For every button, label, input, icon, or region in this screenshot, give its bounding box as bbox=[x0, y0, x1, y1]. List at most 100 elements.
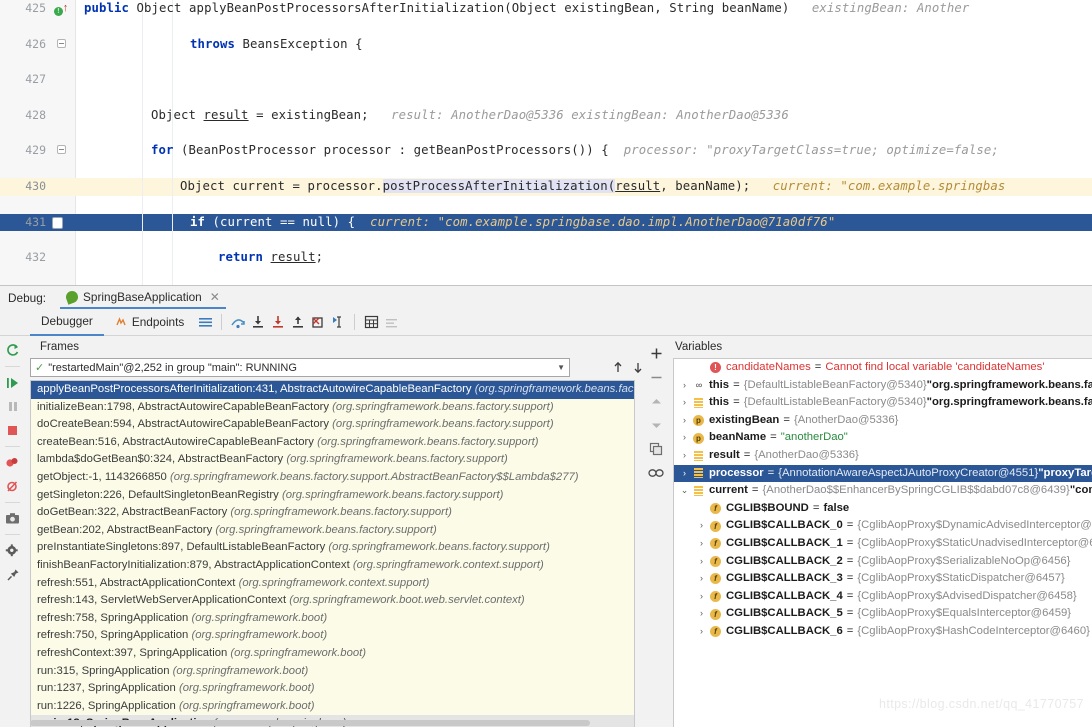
frame-row[interactable]: getObject:-1, 1143266850 (org.springfram… bbox=[31, 469, 634, 487]
frame-row[interactable]: refresh:143, ServletWebServerApplication… bbox=[31, 592, 634, 610]
close-icon[interactable]: ✕ bbox=[210, 290, 220, 304]
frame-row[interactable]: run:1237, SpringApplication (org.springf… bbox=[31, 680, 634, 698]
frame-row[interactable]: doCreateBean:594, AbstractAutowireCapabl… bbox=[31, 416, 634, 434]
variable-row[interactable]: › f CGLIB$CALLBACK_6 = {CglibAopProxy$HashCo… bbox=[674, 623, 1092, 641]
mute-breakpoints-icon[interactable] bbox=[2, 476, 23, 497]
variable-row[interactable]: › processor = {AnnotationAwareAspectJAutoPr… bbox=[674, 464, 1092, 483]
variable-row[interactable]: › p existingBean = {AnotherDao@5336} bbox=[674, 412, 1092, 430]
code-line[interactable]: 427 bbox=[0, 71, 1092, 89]
expand-chevron-icon[interactable]: › bbox=[695, 535, 708, 553]
frame-row[interactable]: refresh:758, SpringApplication (org.spri… bbox=[31, 610, 634, 628]
expand-chevron-icon[interactable]: › bbox=[678, 377, 691, 395]
thread-selector[interactable]: ✓ "restartedMain"@2,252 in group "main":… bbox=[30, 358, 570, 377]
frame-row[interactable]: lambda$doGetBean$0:324, AbstractBeanFact… bbox=[31, 451, 634, 469]
tab-debugger[interactable]: Debugger bbox=[30, 309, 104, 336]
settings-icon[interactable] bbox=[2, 540, 23, 561]
watches-icon[interactable] bbox=[647, 464, 665, 482]
chevron-down-icon[interactable]: ▼ bbox=[557, 363, 565, 372]
rerun-icon[interactable] bbox=[2, 340, 23, 361]
code-line-execution[interactable]: 431 if (current == null) { current: "com… bbox=[0, 213, 1092, 232]
show-execution-point-icon[interactable] bbox=[195, 312, 215, 332]
variable-row[interactable]: › f CGLIB$CALLBACK_5 = {CglibAopProxy$Equals… bbox=[674, 605, 1092, 623]
variable-row[interactable]: › f CGLIB$CALLBACK_2 = {CglibAopProxy$Serial… bbox=[674, 553, 1092, 571]
variable-row[interactable]: › f CGLIB$CALLBACK_4 = {CglibAopProxy$Advise… bbox=[674, 588, 1092, 606]
variables-list[interactable]: ! candidateNames = Cannot find local variab… bbox=[673, 358, 1092, 727]
evaluate-expression-icon[interactable] bbox=[361, 312, 381, 332]
variables-action-rail[interactable] bbox=[645, 338, 667, 727]
frames-panel[interactable]: Frames ✓ "restartedMain"@2,252 in group … bbox=[25, 336, 663, 727]
expand-chevron-icon[interactable]: › bbox=[678, 394, 691, 412]
frame-row[interactable]: createBean:516, AbstractAutowireCapableB… bbox=[31, 434, 634, 452]
variable-row[interactable]: ⌄ current = {AnotherDao$$EnhancerBySpringCG… bbox=[674, 482, 1092, 500]
frame-row[interactable]: refresh:750, SpringApplication (org.spri… bbox=[31, 627, 634, 645]
step-into-icon[interactable] bbox=[248, 312, 268, 332]
drop-frame-icon[interactable] bbox=[308, 312, 328, 332]
code-line[interactable]: 428 Object result = existingBean; result… bbox=[0, 107, 1092, 125]
resume-program-icon[interactable] bbox=[2, 372, 23, 393]
move-down-icon[interactable] bbox=[647, 416, 665, 434]
expand-chevron-icon[interactable]: › bbox=[695, 553, 708, 571]
expand-chevron-icon[interactable]: ⌄ bbox=[678, 482, 691, 500]
variable-row[interactable]: ! candidateNames = Cannot find local variab… bbox=[674, 359, 1092, 377]
variable-row[interactable]: › f CGLIB$CALLBACK_1 = {CglibAopProxy$Static… bbox=[674, 535, 1092, 553]
frame-row[interactable]: finishBeanFactoryInitialization:879, Abs… bbox=[31, 557, 634, 575]
expand-chevron-icon[interactable]: › bbox=[695, 623, 708, 641]
frame-row[interactable]: doGetBean:322, AbstractBeanFactory (org.… bbox=[31, 504, 634, 522]
frame-row[interactable]: initializeBean:1798, AbstractAutowireCap… bbox=[31, 399, 634, 417]
variable-row[interactable]: › f CGLIB$CALLBACK_0 = {CglibAopProxy$Dynami… bbox=[674, 517, 1092, 535]
tab-endpoints[interactable]: Endpoints bbox=[104, 309, 195, 336]
step-over-icon[interactable] bbox=[228, 312, 248, 332]
variables-panel[interactable]: Variables ! candidateNames = Cannot find lo… bbox=[667, 336, 1092, 727]
variable-row[interactable]: › this = {DefaultListableBeanFactory@5340} … bbox=[674, 394, 1092, 412]
add-watch-icon[interactable] bbox=[647, 344, 665, 362]
screenshot-icon[interactable] bbox=[2, 508, 23, 529]
code-editor[interactable]: 425 ! ↑ public Object applyBeanPostProces… bbox=[0, 0, 1092, 285]
variable-row[interactable]: › p beanName = "anotherDao" bbox=[674, 429, 1092, 447]
remove-watch-icon[interactable] bbox=[647, 368, 665, 386]
frames-list[interactable]: applyBeanPostProcessorsAfterInitializati… bbox=[30, 380, 635, 727]
variable-row[interactable]: › f CGLIB$CALLBACK_3 = {CglibAopProxy$Static… bbox=[674, 570, 1092, 588]
code-line-current[interactable]: 430 Object current = processor.postProce… bbox=[0, 177, 1092, 196]
frame-row[interactable]: run:315, SpringApplication (org.springfr… bbox=[31, 663, 634, 681]
force-step-into-icon[interactable] bbox=[268, 312, 288, 332]
variable-row[interactable]: f CGLIB$BOUND = false bbox=[674, 500, 1092, 518]
fold-icon[interactable] bbox=[52, 216, 63, 229]
expand-chevron-icon[interactable]: › bbox=[678, 447, 691, 465]
code-line[interactable]: 425 ! ↑ public Object applyBeanPostProces… bbox=[0, 0, 1092, 18]
code-line[interactable]: 429 for (BeanPostProcessor processor : g… bbox=[0, 142, 1092, 160]
frame-row[interactable]: getBean:202, AbstractBeanFactory (org.sp… bbox=[31, 522, 634, 540]
pause-program-icon[interactable] bbox=[2, 396, 23, 417]
variable-row[interactable]: › ∞ this = {DefaultListableBeanFactory@5340}… bbox=[674, 377, 1092, 395]
frame-row[interactable]: getSingleton:226, DefaultSingletonBeanRe… bbox=[31, 487, 634, 505]
layout-icon[interactable] bbox=[381, 312, 401, 332]
frame-row[interactable]: run:1226, SpringApplication (org.springf… bbox=[31, 698, 634, 716]
step-out-icon[interactable] bbox=[288, 312, 308, 332]
debug-action-rail[interactable] bbox=[0, 336, 25, 727]
expand-chevron-icon[interactable]: › bbox=[678, 412, 691, 430]
frame-row[interactable]: preInstantiateSingletons:897, DefaultLis… bbox=[31, 539, 634, 557]
move-up-icon[interactable] bbox=[647, 392, 665, 410]
breakpoint-icon[interactable]: ! ↑ bbox=[50, 0, 72, 20]
expand-chevron-icon[interactable]: › bbox=[695, 605, 708, 623]
stop-icon[interactable] bbox=[2, 420, 23, 441]
view-breakpoints-icon[interactable] bbox=[2, 452, 23, 473]
frame-row[interactable]: refreshContext:397, SpringApplication (o… bbox=[31, 645, 634, 663]
variable-row[interactable]: › result = {AnotherDao@5336} bbox=[674, 447, 1092, 465]
frames-horizontal-scrollbar[interactable] bbox=[30, 718, 638, 727]
code-line[interactable]: 432 return result; bbox=[0, 249, 1092, 267]
debugger-toolbar[interactable]: Debugger Endpoints bbox=[0, 309, 1092, 336]
frame-row[interactable]: refresh:551, AbstractApplicationContext … bbox=[31, 575, 634, 593]
fold-icon[interactable] bbox=[50, 142, 72, 160]
expand-chevron-icon[interactable]: › bbox=[678, 429, 691, 447]
debug-tool-window[interactable]: Debug: SpringBaseApplication ✕ Debugger … bbox=[0, 285, 1092, 727]
frame-row[interactable]: applyBeanPostProcessorsAfterInitializati… bbox=[31, 381, 634, 399]
fold-icon[interactable] bbox=[50, 36, 72, 54]
run-to-cursor-icon[interactable] bbox=[328, 312, 348, 332]
pin-icon[interactable] bbox=[2, 564, 23, 585]
frames-up-button[interactable] bbox=[608, 358, 627, 377]
run-configuration-tab[interactable]: SpringBaseApplication ✕ bbox=[60, 286, 226, 309]
expand-chevron-icon[interactable]: › bbox=[695, 588, 708, 606]
expand-chevron-icon[interactable]: › bbox=[678, 465, 691, 483]
code-line[interactable]: 426 throws BeansException { bbox=[0, 36, 1092, 54]
expand-chevron-icon[interactable]: › bbox=[695, 517, 708, 535]
